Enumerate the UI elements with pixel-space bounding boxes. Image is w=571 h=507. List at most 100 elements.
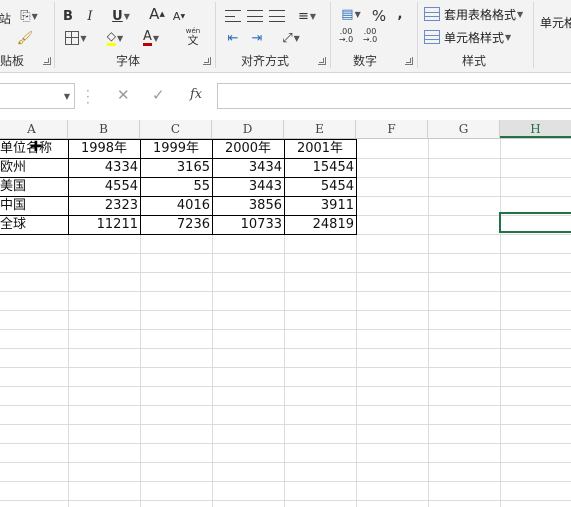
alignment-group-label: 对齐方式 xyxy=(241,54,290,68)
value-cell[interactable]: 11211 xyxy=(68,215,140,234)
borders-button[interactable]: ▼ xyxy=(60,28,92,48)
accounting-format-button[interactable]: ▤ ▼ xyxy=(336,4,366,24)
group-separator xyxy=(533,2,534,68)
fill-color-icon: ◇ xyxy=(106,30,117,46)
column-header-d[interactable]: D xyxy=(212,120,284,138)
cancel-button[interactable]: ✕ xyxy=(117,86,130,104)
header-cell[interactable]: 2001年 xyxy=(284,139,356,158)
wrap-text-button[interactable]: ≡ ▼ xyxy=(292,6,322,26)
font-color-button[interactable]: A ▼ xyxy=(136,28,166,48)
ribbon: 站 ⎘ ▼ 🖌 贴板 B I U ▼ A ▲ A ▼ ▼ ◇ ▼ A ▼ wén 文 字体 xyxy=(0,0,571,73)
table-border-vertical xyxy=(212,139,213,235)
gridline-vertical xyxy=(428,139,429,507)
align-bottom-button[interactable] xyxy=(268,6,286,26)
value-cell[interactable]: 4554 xyxy=(68,177,140,196)
value-cell[interactable]: 7236 xyxy=(140,215,212,234)
formula-input[interactable] xyxy=(217,83,571,109)
gridline-horizontal xyxy=(0,253,571,254)
value-cell[interactable]: 3911 xyxy=(284,196,356,215)
chevron-down-icon: ▼ xyxy=(80,33,87,43)
value-cell[interactable]: 5454 xyxy=(284,177,356,196)
value-cell[interactable]: 3434 xyxy=(212,158,284,177)
worksheet-grid[interactable]: ABCDEFGH 单位名称 1998年 1999年 2000年 2001年 欧州 4334 3… xyxy=(0,120,571,507)
group-separator xyxy=(330,2,331,68)
format-painter-icon: 🖌 xyxy=(16,30,34,46)
increase-decimal-button[interactable]: .00 →.0 xyxy=(336,26,356,46)
bold-button[interactable]: B xyxy=(60,6,76,26)
header-cell[interactable]: 1999年 xyxy=(140,139,212,158)
row-label-cell[interactable]: 欧州 xyxy=(0,158,68,177)
table-border-vertical xyxy=(140,139,141,235)
font-color-icon: A xyxy=(142,29,152,46)
align-left-top-button[interactable] xyxy=(224,6,242,26)
table-border-horizontal xyxy=(0,234,357,235)
cell-styles-button[interactable]: 单元格样式 ▼ xyxy=(424,27,511,47)
gridline-horizontal xyxy=(0,329,571,330)
row-label-cell[interactable]: 美国 xyxy=(0,177,68,196)
alignment-launcher-icon[interactable] xyxy=(318,57,326,65)
italic-button[interactable]: I xyxy=(82,6,98,26)
value-cell[interactable]: 2323 xyxy=(68,196,140,215)
orientation-button[interactable]: ⤢ ▼ xyxy=(276,28,306,48)
insert-function-button[interactable]: fx xyxy=(190,87,202,102)
value-cell[interactable]: 4016 xyxy=(140,196,212,215)
column-header-e[interactable]: E xyxy=(284,120,356,138)
value-cell[interactable]: 3856 xyxy=(212,196,284,215)
column-header-f[interactable]: F xyxy=(356,120,428,138)
align-bottom-icon xyxy=(269,10,285,22)
gridline-horizontal xyxy=(0,443,571,444)
table-icon xyxy=(424,7,440,21)
comma-button[interactable]: , xyxy=(394,4,406,24)
cells-button[interactable]: 单元格 xyxy=(540,12,571,32)
styles-group-label: 样式 xyxy=(462,54,487,68)
value-cell[interactable]: 4334 xyxy=(68,158,140,177)
number-group-label: 数字 xyxy=(353,54,378,68)
value-cell[interactable]: 3443 xyxy=(212,177,284,196)
paste-button[interactable]: 站 xyxy=(0,8,11,28)
chevron-down-icon: ▼ xyxy=(117,33,124,43)
column-header-g[interactable]: G xyxy=(428,120,500,138)
clipboard-launcher-icon[interactable] xyxy=(43,57,51,65)
chevron-down-icon[interactable]: ▼ xyxy=(64,92,70,101)
value-cell[interactable]: 10733 xyxy=(212,215,284,234)
cell-cursor-icon: ✚ xyxy=(30,139,42,155)
name-box[interactable]: ▼ xyxy=(0,83,75,109)
grow-font-button[interactable]: A ▲ xyxy=(148,4,166,24)
phonetic-button[interactable]: wén 文 xyxy=(176,26,210,46)
accounting-icon: ▤ xyxy=(341,6,354,22)
chevron-down-icon: ▼ xyxy=(123,11,130,21)
row-label-cell[interactable]: 全球 xyxy=(0,215,68,234)
value-cell[interactable]: 15454 xyxy=(284,158,356,177)
enter-button[interactable]: ✓ xyxy=(152,86,165,104)
format-as-table-button[interactable]: 套用表格格式 ▼ xyxy=(424,4,523,24)
fill-color-button[interactable]: ◇ ▼ xyxy=(100,28,130,48)
align-middle-button[interactable] xyxy=(246,6,264,26)
active-cell-selection[interactable] xyxy=(499,212,571,233)
decrease-indent-button[interactable]: ⇤ xyxy=(224,28,242,48)
chevron-down-icon: ▼ xyxy=(31,11,38,21)
value-cell[interactable]: 24819 xyxy=(284,215,356,234)
inc-decimal-bottom: →.0 xyxy=(338,35,354,44)
copy-icon: ⎘ xyxy=(20,8,31,24)
wrap-text-icon: ≡ xyxy=(297,8,309,24)
column-header-h[interactable]: H xyxy=(500,120,571,138)
percent-button[interactable]: % xyxy=(370,6,388,26)
value-cell[interactable]: 3165 xyxy=(140,158,212,177)
orientation-icon: ⤢ xyxy=(282,30,293,46)
row-label-cell[interactable]: 中国 xyxy=(0,196,68,215)
format-painter-button[interactable]: 🖌 xyxy=(14,28,36,48)
number-launcher-icon[interactable] xyxy=(405,57,413,65)
font-launcher-icon[interactable] xyxy=(203,57,211,65)
underline-button[interactable]: U ▼ xyxy=(104,6,138,26)
column-header-c[interactable]: C xyxy=(140,120,212,138)
copy-button[interactable]: ⎘ ▼ xyxy=(14,6,44,26)
decrease-decimal-button[interactable]: .00 →.0 xyxy=(360,26,380,46)
header-cell[interactable]: 2000年 xyxy=(212,139,284,158)
increase-indent-button[interactable]: ⇥ xyxy=(248,28,266,48)
column-header-a[interactable]: A xyxy=(0,120,68,138)
formula-bar-grip[interactable]: · · · xyxy=(86,85,90,109)
column-header-b[interactable]: B xyxy=(68,120,140,138)
header-cell[interactable]: 1998年 xyxy=(68,139,140,158)
value-cell[interactable]: 55 xyxy=(140,177,212,196)
shrink-font-button[interactable]: A ▼ xyxy=(170,6,188,26)
